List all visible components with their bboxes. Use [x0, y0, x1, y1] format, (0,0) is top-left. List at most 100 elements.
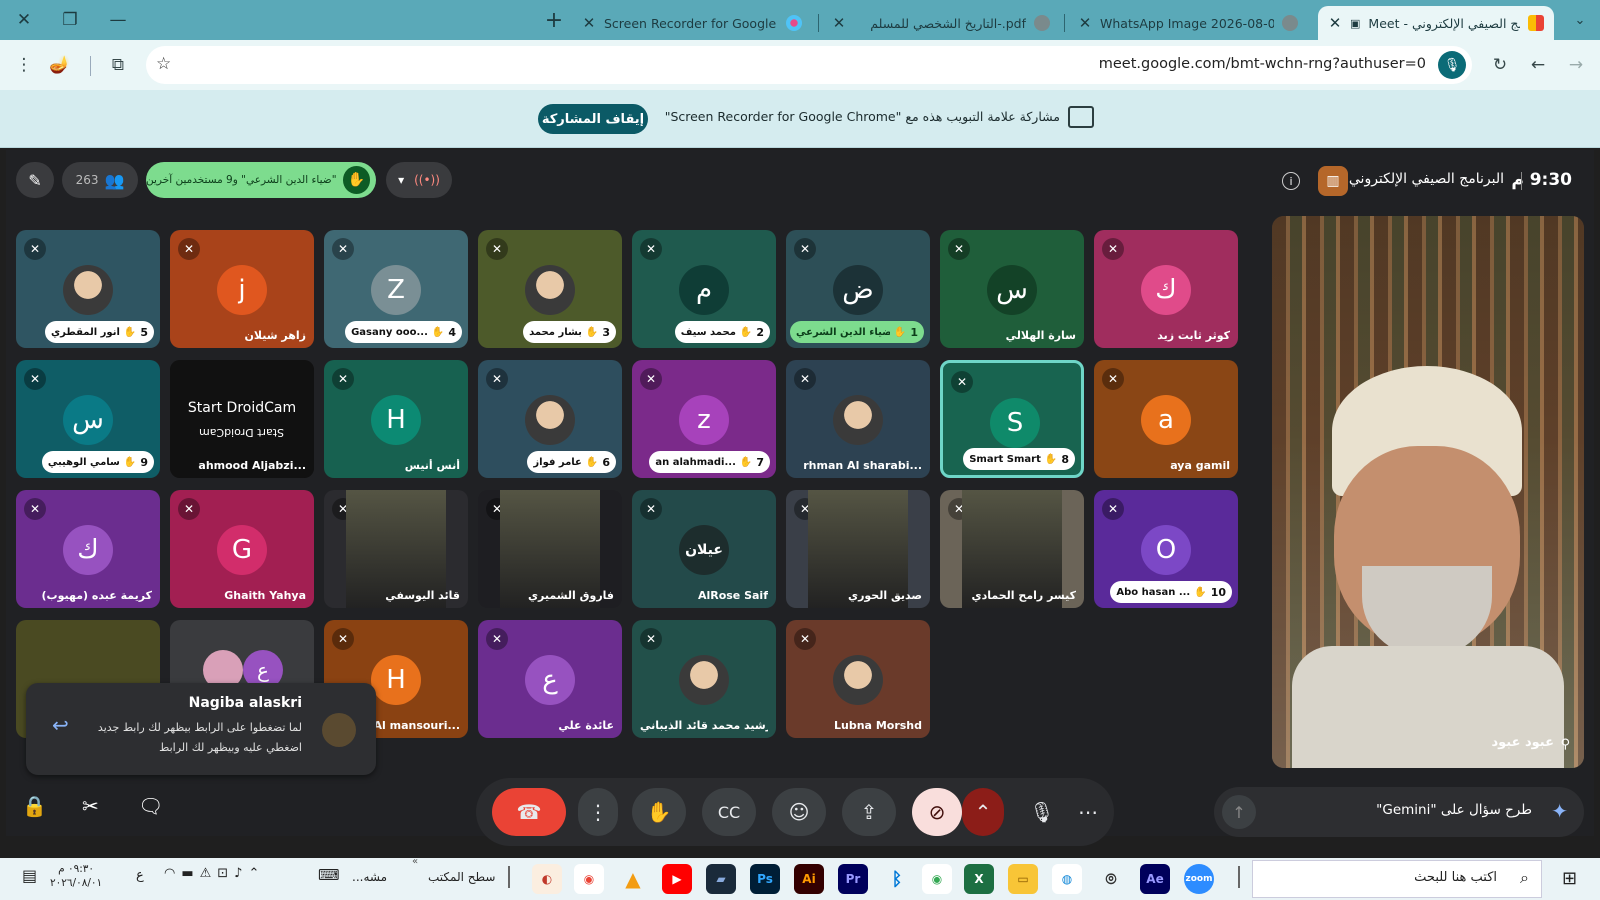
participant-tile[interactable]: ✕ S Smart Smart ✋ 8 — [940, 360, 1084, 478]
raise-hand-button[interactable]: ✋ — [632, 788, 686, 836]
extensions-puzzle-icon[interactable]: ⧉ — [102, 40, 134, 90]
pin-icon[interactable]: ⚲ — [1560, 737, 1570, 752]
reload-icon[interactable]: ↻ — [1484, 40, 1516, 90]
camera-options-chevron-icon[interactable]: ⌃ — [962, 788, 1004, 836]
reply-icon[interactable]: ↩ — [52, 713, 69, 737]
participant-tile[interactable]: ✕ عيلان AlRose Saif — [632, 490, 776, 608]
participant-tile[interactable]: ✕ م محمد سيف ✋ 2 — [632, 230, 776, 348]
main-speaker-video[interactable]: عبود عبود ⚲ — [1272, 216, 1584, 768]
expand-chevron-icon[interactable]: « — [412, 856, 418, 867]
participant-tile[interactable]: ✕ أنور المقطري ✋ 5 — [16, 230, 160, 348]
tab-search-chevron-icon[interactable]: ⌄ — [1560, 0, 1600, 40]
restore-window-icon[interactable]: ❐ — [50, 0, 90, 40]
system-tray-icons[interactable]: ◠▬⚠⊡♪⌃ — [164, 866, 265, 881]
broadcast-pill[interactable]: ▾ ((•)) — [386, 162, 452, 198]
participant-tile[interactable]: ✕ س سارة الهلالي — [940, 230, 1084, 348]
excel-icon[interactable]: X — [964, 864, 994, 894]
participant-tile[interactable]: ✕ a aya gamil — [1094, 360, 1238, 478]
end-call-button[interactable]: ☎ — [492, 788, 566, 836]
participant-tile[interactable]: ✕ عامر فواز ✋ 6 — [478, 360, 622, 478]
premiere-icon[interactable]: Pr — [838, 864, 868, 894]
desktop-toolbar-label[interactable]: سطح المكتب — [428, 870, 495, 884]
info-icon[interactable]: i — [1282, 172, 1300, 190]
close-tab-icon[interactable]: ✕ — [832, 14, 846, 32]
extension-lamp-icon[interactable]: 🪔 — [44, 40, 76, 90]
emoji-reactions-button[interactable]: ☺ — [772, 788, 826, 836]
tab-screen-recorder[interactable]: ✕ Screen Recorder for Google Chr — [572, 6, 812, 40]
participant-tile[interactable]: ✕ ع عائدة علي — [478, 620, 622, 738]
activities-icon[interactable]: ✂ — [82, 794, 99, 818]
participant-tile[interactable]: ✕ rhman Al sharabi... — [786, 360, 930, 478]
send-arrow-icon[interactable]: ↑ — [1222, 795, 1256, 829]
participant-tile[interactable]: ✕ بشار محمد ✋ 3 — [478, 230, 622, 348]
windows-start-icon[interactable]: ⊞ — [1562, 868, 1577, 889]
captions-button[interactable]: CC — [702, 788, 756, 836]
menu-dots-icon[interactable]: ⋮ — [8, 40, 40, 90]
close-tab-icon[interactable]: ✕ — [1078, 14, 1092, 32]
chrome-icon-2[interactable]: ◉ — [922, 864, 952, 894]
participant-tile[interactable]: ✕ قائد اليوسفي — [324, 490, 468, 608]
host-controls-icon[interactable]: 🔒 — [22, 794, 47, 818]
bookmark-star-icon[interactable]: ☆ — [156, 54, 171, 74]
participant-tile[interactable]: ✕ G Ghaith Yahya — [170, 490, 314, 608]
notifications-icon[interactable]: ▤ — [22, 866, 37, 885]
stop-sharing-button[interactable]: إيقاف المشاركة — [538, 104, 648, 134]
participant-tile[interactable]: ✕Start DroidCamStart DroidCamahmood Alja… — [170, 360, 314, 478]
participant-tile[interactable]: ✕ O Abo hasan ... ✋ 10 — [1094, 490, 1238, 608]
microphone-button[interactable]: 🎙 — [1018, 788, 1066, 836]
present-screen-button[interactable]: ⇪ — [842, 788, 896, 836]
tab-meet[interactable]: ✕ ▣ Meet - البرنامج الصيفي الإلكتروني — [1318, 6, 1554, 40]
close-tab-icon[interactable]: ✕ — [582, 14, 596, 32]
taskbar-search-box[interactable]: اكتب هنا للبحث ⌕ — [1252, 860, 1542, 898]
voice-search-icon[interactable]: 🎙 — [1438, 51, 1466, 79]
edge-icon[interactable]: ◍ — [1052, 864, 1082, 894]
more-options-icon[interactable]: ⋮ — [578, 788, 618, 836]
file-explorer-icon[interactable]: ▭ — [1008, 864, 1038, 894]
omnibox[interactable]: ☆ meet.google.com/bmt-wchn-rng?authuser=… — [146, 46, 1472, 84]
url-text[interactable]: meet.google.com/bmt-wchn-rng?authuser=0 — [1099, 56, 1426, 72]
participant-tile[interactable]: ✕ Z Gasany ooo... ✋ 4 — [324, 230, 468, 348]
taskbar-clock[interactable]: ٠٩:٣٠ م ٢٠٢٦/٠٨/٠١ — [50, 862, 102, 890]
illustrator-icon[interactable]: Ai — [794, 864, 824, 894]
participant-tile[interactable]: ✕ ض ضياء الدين الشرعي ✋ 1 — [786, 230, 930, 348]
tab-pdf[interactable]: ✕ pdf.-التاريخ الشخصي للمسلم — [822, 6, 1060, 40]
forward-icon[interactable]: → — [1560, 40, 1592, 90]
camera-off-button[interactable]: ⊘ — [912, 788, 962, 836]
participant-tile[interactable]: ✕ j زاهر شيلان — [170, 230, 314, 348]
photoshop-icon[interactable]: Ps — [750, 864, 780, 894]
participant-tile[interactable]: ✕ Lubna Morshd — [786, 620, 930, 738]
chat-notification[interactable]: Nagiba alaskri لما تضغطوا على الرابط بيظ… — [26, 683, 376, 775]
zoom-icon[interactable]: zoom — [1184, 864, 1214, 894]
chrome-icon[interactable]: ◉ — [574, 864, 604, 894]
new-tab-button[interactable]: + — [534, 0, 574, 40]
participant-tile[interactable]: ✕ H أنس أنيس — [324, 360, 468, 478]
youtube-icon[interactable]: ▶ — [662, 864, 692, 894]
camera-app-icon[interactable]: ⌾ — [1096, 864, 1126, 894]
raised-hands-pill[interactable]: "ضياء الدين الشرعي" و9 مستخدمين آخرين ✋ — [146, 162, 376, 198]
vlc-icon[interactable]: ▲ — [618, 864, 648, 894]
gemini-ask-box[interactable]: ↑ طرح سؤال على "Gemini" ✦ — [1214, 787, 1584, 837]
participant-tile[interactable]: ✕ فاروق الشميري — [478, 490, 622, 608]
participant-tile[interactable]: ✕ ك كوثر ثابت زيد — [1094, 230, 1238, 348]
participant-tile[interactable]: ✕ رشيد محمد قائد الذيباني — [632, 620, 776, 738]
participant-tile[interactable]: ✕ z an alahmadi... ✋ 7 — [632, 360, 776, 478]
chat-icon[interactable]: 🗨 — [138, 794, 163, 818]
after-effects-icon[interactable]: Ae — [1140, 864, 1170, 894]
app-icon-1[interactable]: ◐ — [532, 864, 562, 894]
video-editor-icon[interactable]: ▰ — [706, 864, 736, 894]
participant-tile[interactable]: ✕ صديق الحوري — [786, 490, 930, 608]
pen-icon[interactable]: ✎ — [16, 162, 54, 198]
keyboard-icon[interactable]: ⌨ — [318, 866, 340, 884]
viewer-count-pill[interactable]: 263 👥 — [62, 162, 138, 198]
participant-tile[interactable]: ✕ س سامي الوهيبي ✋ 9 — [16, 360, 160, 478]
close-tab-icon[interactable]: ✕ — [1328, 14, 1342, 32]
tab-whatsapp-image[interactable]: ✕ WhatsApp Image 2026-08-01 a — [1068, 6, 1308, 40]
overflow-dots-icon[interactable]: ⋯ — [1070, 788, 1106, 836]
bluetooth-icon[interactable]: ᛒ — [882, 864, 912, 894]
language-indicator[interactable]: ع — [136, 868, 144, 883]
minimize-window-icon[interactable]: — — [98, 0, 138, 40]
close-window-icon[interactable]: ✕ — [4, 0, 44, 40]
participant-tile[interactable]: ✕ كيسر رامح الحمادي — [940, 490, 1084, 608]
back-icon[interactable]: ← — [1522, 40, 1554, 90]
taskbar-app-label[interactable]: مشه... — [352, 870, 387, 884]
